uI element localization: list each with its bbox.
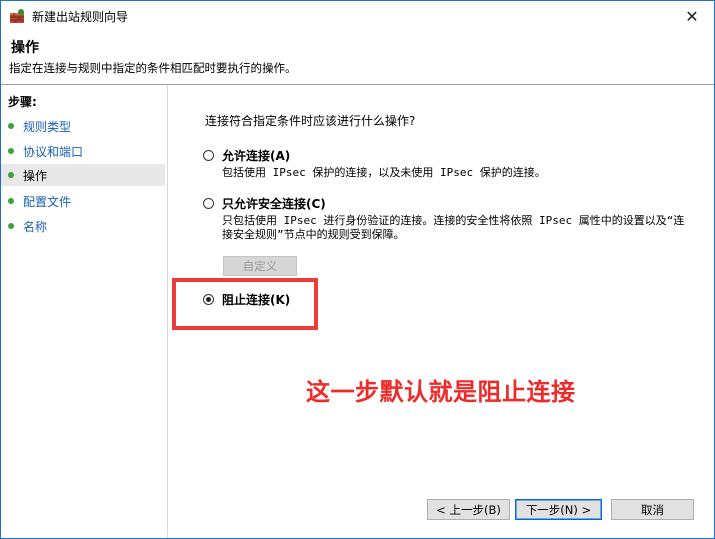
step-dot-icon	[8, 148, 14, 154]
action-question: 连接符合指定条件时应该进行什么操作?	[205, 114, 416, 128]
title-bar: 新建出站规则向导 ✕	[1, 1, 714, 31]
radio-allow[interactable]	[203, 150, 214, 161]
steps-label: 步骤:	[8, 95, 37, 109]
option-description: 只包括使用 IPsec 进行身份验证的连接。连接的安全性将依照 IPsec 属性…	[222, 214, 685, 241]
sidebar-item-profile[interactable]: 配置文件	[1, 190, 165, 212]
next-button[interactable]: 下一步(N) >	[515, 499, 602, 520]
sidebar-item-label: 名称	[23, 219, 48, 234]
sidebar-item-protocol-port[interactable]: 协议和端口	[1, 140, 165, 162]
back-button[interactable]: < 上一步(B)	[427, 499, 510, 520]
close-button[interactable]: ✕	[670, 1, 714, 31]
option-allow-secure[interactable]: 只允许安全连接(C)	[203, 195, 326, 212]
annotation-text: 这一步默认就是阻止连接	[306, 378, 576, 406]
option-label: 允许连接(A)	[222, 149, 291, 163]
page-header: 操作 指定在连接与规则中指定的条件相匹配时要执行的操作。	[1, 31, 714, 85]
window-title: 新建出站规则向导	[32, 10, 129, 24]
sidebar-item-name[interactable]: 名称	[1, 215, 165, 237]
step-dot-icon	[8, 172, 14, 178]
page-description: 指定在连接与规则中指定的条件相匹配时要执行的操作。	[9, 61, 297, 75]
main-content: 连接符合指定条件时应该进行什么操作? 允许连接(A) 包括使用 IPsec 保护…	[169, 85, 714, 538]
page-title: 操作	[11, 40, 39, 56]
sidebar-item-label: 操作	[23, 168, 48, 183]
sidebar-item-label: 配置文件	[23, 194, 72, 209]
steps-sidebar: 步骤: 规则类型 协议和端口 操作 配置文件 名称	[1, 85, 168, 538]
close-icon: ✕	[685, 6, 699, 26]
option-description: 包括使用 IPsec 保护的连接，以及未使用 IPsec 保护的连接。	[222, 166, 546, 179]
wizard-window: 新建出站规则向导 ✕ 操作 指定在连接与规则中指定的条件相匹配时要执行的操作。 …	[0, 0, 715, 539]
sidebar-item-label: 规则类型	[23, 119, 72, 134]
sidebar-item-action[interactable]: 操作	[1, 164, 165, 186]
sidebar-item-rule-type[interactable]: 规则类型	[1, 115, 165, 137]
customize-button[interactable]: 自定义	[223, 256, 297, 276]
option-allow[interactable]: 允许连接(A)	[203, 147, 290, 164]
step-dot-icon	[8, 198, 14, 204]
highlight-box	[172, 278, 318, 330]
cancel-button[interactable]: 取消	[611, 499, 694, 520]
radio-allow-secure[interactable]	[203, 198, 214, 209]
option-label: 只允许安全连接(C)	[222, 197, 326, 211]
firewall-icon	[10, 9, 24, 23]
step-dot-icon	[8, 123, 14, 129]
step-dot-icon	[8, 223, 14, 229]
sidebar-item-label: 协议和端口	[23, 144, 84, 159]
